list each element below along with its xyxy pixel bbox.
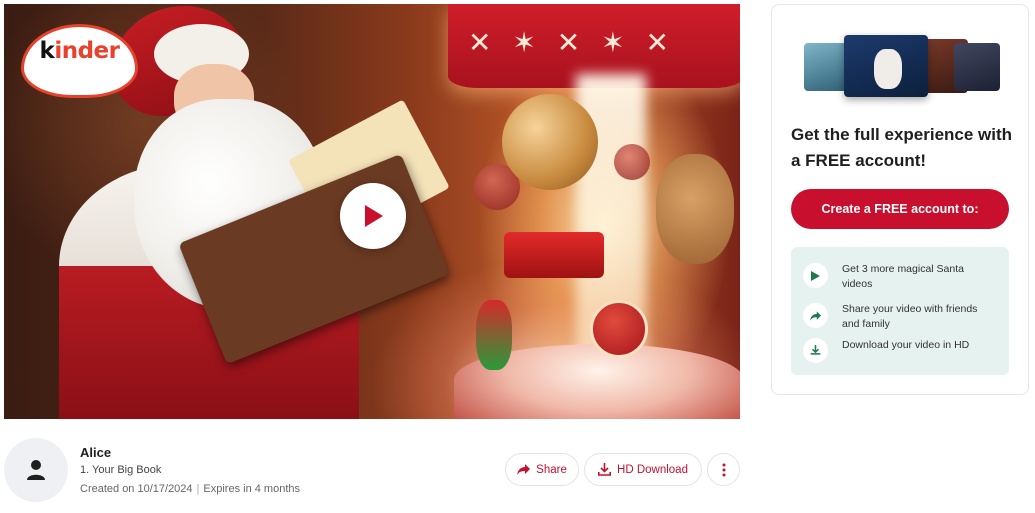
card-heading: Get the full experience with a FREE acco…	[791, 125, 1013, 170]
benefit-icon-wrap	[803, 263, 828, 288]
thumbnail	[954, 43, 1000, 91]
benefit-icon-wrap	[803, 338, 828, 363]
benefit-item: Share your video with friends and family	[803, 302, 992, 332]
logo-text: kinder	[39, 38, 120, 64]
avatar	[4, 438, 68, 502]
thumbnail-featured	[844, 35, 928, 97]
benefit-text: Download your video in HD	[842, 339, 970, 351]
play-icon	[365, 205, 383, 227]
video-thumbnails	[804, 35, 1000, 97]
benefit-item: Download your video in HD	[803, 338, 992, 363]
video-meta: Created on 10/17/2024 | Expires in 4 month…	[80, 483, 300, 495]
fire-truck-toy	[504, 232, 604, 278]
user-icon	[27, 460, 45, 480]
ornament	[614, 144, 650, 180]
benefit-icon-wrap	[803, 303, 828, 328]
download-icon	[810, 345, 821, 355]
soccer-ball	[502, 94, 598, 190]
created-date: Created on 10/17/2024	[80, 483, 193, 495]
kinder-logo: kinder	[21, 24, 138, 98]
hd-download-button[interactable]: HD Download	[584, 453, 702, 486]
share-button[interactable]: Share	[505, 453, 579, 486]
share-arrow-icon	[810, 310, 821, 321]
download-icon	[598, 463, 612, 476]
expiry-text: Expires in 4 months	[203, 483, 301, 495]
meta-separator: |	[196, 483, 200, 495]
teddy-bear	[656, 154, 734, 264]
benefits-list: Get 3 more magical Santa videos Share yo…	[791, 247, 1009, 375]
hd-download-label: HD Download	[617, 463, 688, 476]
benefit-text: Share your video with friends and family	[842, 303, 978, 330]
play-icon	[811, 270, 820, 281]
more-vertical-icon	[722, 463, 725, 476]
toy-figure	[476, 300, 512, 370]
share-label: Share	[536, 463, 567, 476]
create-account-button[interactable]: Create a FREE account to:	[791, 189, 1009, 229]
share-arrow-icon	[517, 464, 531, 475]
gift-ornament	[590, 300, 648, 358]
video-player[interactable]: kinder	[4, 4, 740, 419]
play-button[interactable]	[340, 183, 406, 249]
benefit-text: Get 3 more magical Santa videos	[842, 263, 964, 290]
video-title: 1. Your Big Book	[80, 464, 162, 476]
benefit-item: Get 3 more magical Santa videos	[803, 262, 992, 292]
more-options-button[interactable]	[707, 453, 740, 486]
recipient-name: Alice	[80, 445, 112, 460]
signup-card: Get the full experience with a FREE acco…	[771, 4, 1029, 395]
